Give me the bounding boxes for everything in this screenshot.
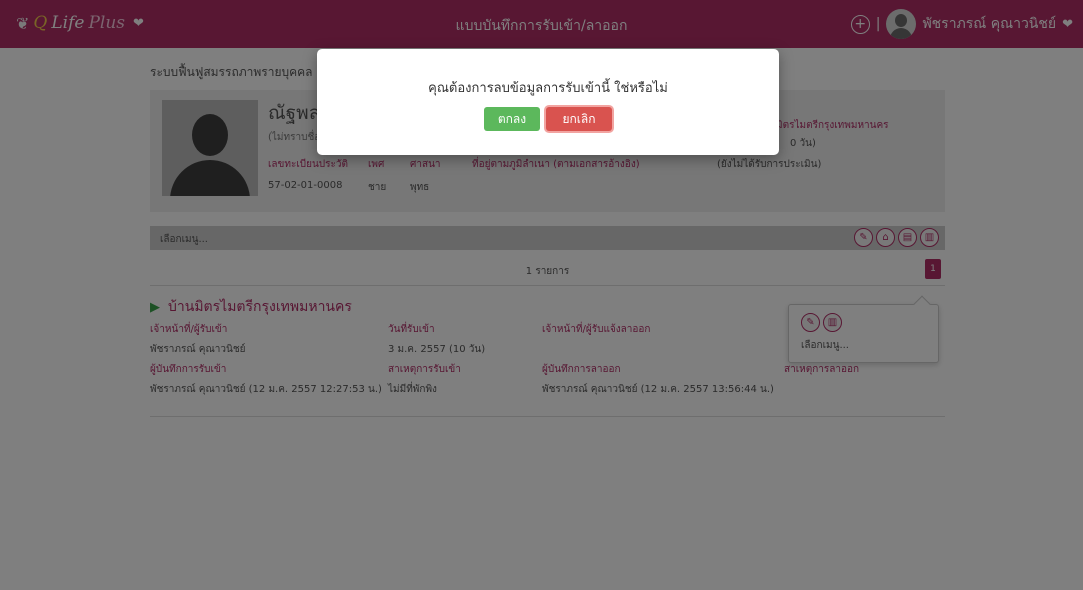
dialog-buttons: ตกลง ยกเลิก — [317, 107, 779, 131]
confirm-dialog: คุณต้องการลบข้อมูลการรับเข้านี้ ใช่หรือไ… — [317, 49, 779, 155]
dialog-message: คุณต้องการลบข้อมูลการรับเข้านี้ ใช่หรือไ… — [428, 81, 668, 96]
cancel-button[interactable]: ยกเลิก — [546, 107, 612, 131]
ok-button[interactable]: ตกลง — [484, 107, 540, 131]
